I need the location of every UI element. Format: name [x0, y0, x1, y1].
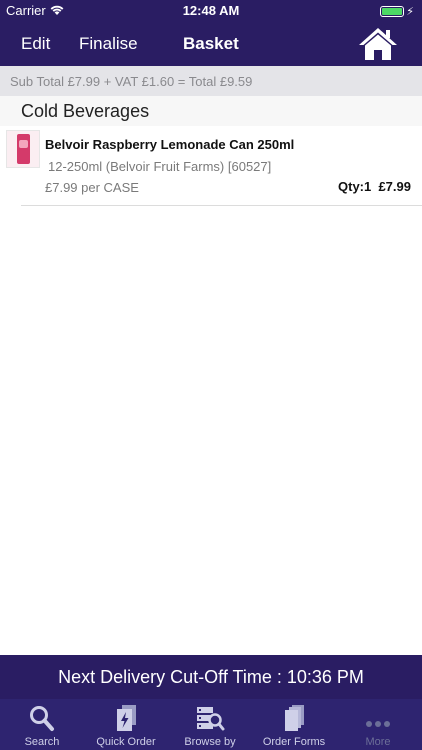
product-pack-size: 12-250ml (Belvoir Fruit Farms) [60527]: [48, 159, 272, 174]
more-icon: [366, 721, 390, 727]
tab-more[interactable]: More: [336, 699, 420, 750]
product-unit-price: £7.99 per CASE: [45, 180, 139, 195]
basket-item-row[interactable]: Belvoir Raspberry Lemonade Can 250ml 12-…: [0, 126, 422, 206]
edit-button[interactable]: Edit: [21, 34, 50, 54]
quick-order-icon: [117, 705, 136, 731]
tab-more-label: More: [365, 736, 391, 748]
status-time: 12:48 AM: [182, 3, 240, 18]
search-icon: [30, 706, 54, 731]
tab-search-label: Search: [24, 736, 60, 748]
finalise-button[interactable]: Finalise: [79, 34, 138, 54]
home-icon: [359, 28, 397, 60]
tab-bar: Search Quick Order Browse by Order Forms: [0, 699, 422, 750]
battery-icon: ⚡: [380, 5, 414, 18]
charging-icon: ⚡: [406, 6, 414, 18]
tab-quick-order-label: Quick Order: [96, 736, 156, 748]
page-title: Basket: [183, 34, 239, 53]
order-forms-icon: [285, 705, 304, 731]
status-bar: Carrier 12:48 AM ⚡: [0, 0, 422, 22]
delivery-cutoff-banner: Next Delivery Cut-Off Time : 10:36 PM: [0, 655, 422, 699]
tab-order-forms[interactable]: Order Forms: [252, 699, 336, 750]
nav-bar: Edit Finalise Basket: [0, 22, 422, 66]
product-image: [6, 130, 40, 168]
tab-search[interactable]: Search: [0, 699, 84, 750]
product-name: Belvoir Raspberry Lemonade Can 250ml: [45, 137, 295, 152]
tab-browse-by-label: Browse by: [184, 736, 236, 748]
section-header-cold-beverages: Cold Beverages: [0, 96, 422, 126]
row-divider: [21, 205, 422, 206]
home-button[interactable]: [358, 26, 398, 62]
product-qty-total: Qty:1 £7.99: [338, 179, 411, 194]
tab-order-forms-label: Order Forms: [262, 736, 326, 748]
tab-quick-order[interactable]: Quick Order: [84, 699, 168, 750]
totals-summary: Sub Total £7.99 + VAT £1.60 = Total £9.5…: [0, 66, 422, 96]
tab-browse-by[interactable]: Browse by: [168, 699, 252, 750]
browse-icon: [197, 707, 225, 731]
